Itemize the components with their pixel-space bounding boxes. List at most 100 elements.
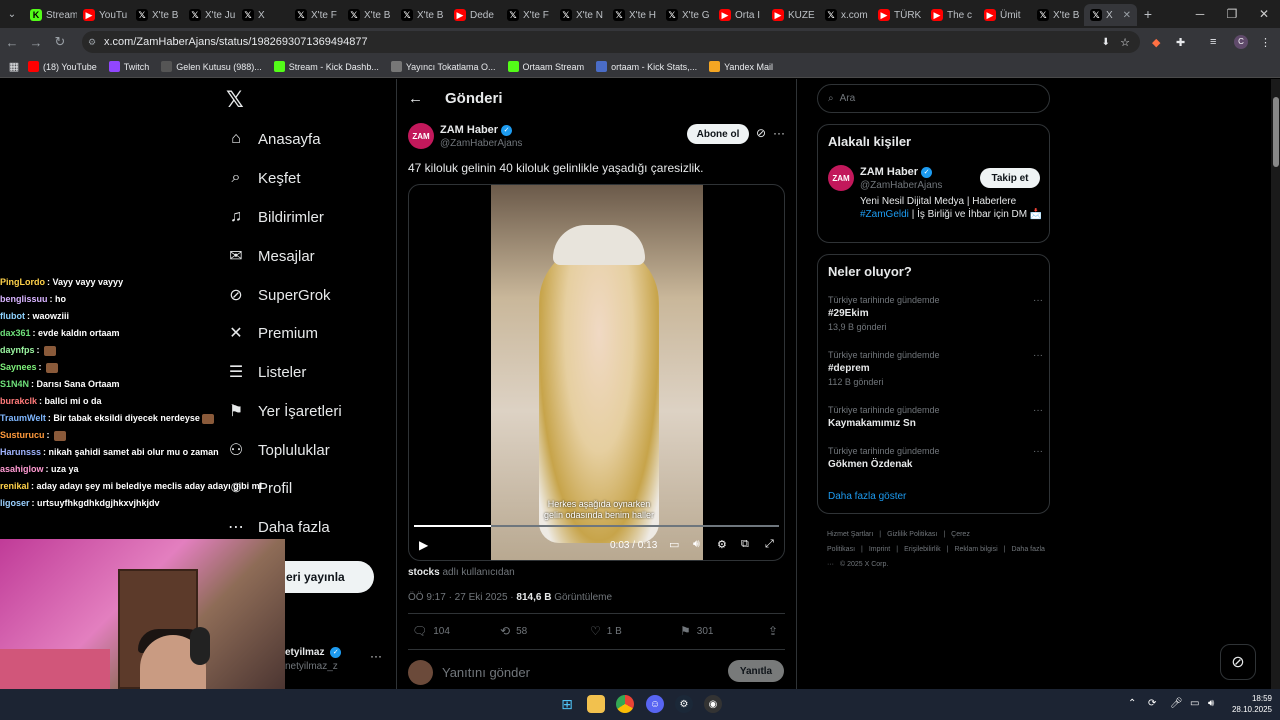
star-icon[interactable]: ☆ [1120,36,1130,49]
chrome-icon[interactable] [616,695,634,713]
browser-tab[interactable]: ▶ Ümit [978,4,1031,26]
bookmark-action[interactable]: ⚑ 301 [680,624,713,638]
bookmark-item[interactable]: Stream - Kick Dashb... [273,61,379,72]
chat-nick[interactable]: asahiglow [0,464,44,474]
nav-item-bell[interactable]: ♫ Bildirimler [226,205,324,229]
trend-item[interactable]: Türkiye tarihinde gündemde Gökmen Özdenak… [828,446,1043,470]
tray-chevron-icon[interactable]: ⌃ [1128,698,1136,709]
browser-tab[interactable]: 𝕏 X'te N [554,4,607,26]
nav-item-mail[interactable]: ✉ Mesajlar [226,244,314,268]
trend-more-icon[interactable]: ··· [1033,446,1043,457]
account-name[interactable]: etyilmaz ✓ [285,647,342,658]
reply-input[interactable]: Yanıtını gönder [442,665,530,680]
grok-icon[interactable]: ⊘ [756,126,766,140]
bookmark-item[interactable]: Yayıncı Tokatlama O... [390,61,496,72]
nav-item-more-circle[interactable]: ⋯ Daha fazla [226,515,330,539]
show-more-link[interactable]: Daha fazla göster [828,491,906,502]
browser-tab[interactable]: 𝕏 X ✕ [1084,4,1137,26]
minimize-icon[interactable]: ─ [1184,7,1216,21]
browser-tab[interactable]: ▶ TÜRK [872,4,925,26]
reply-action[interactable]: 🗨︎ 104 [412,624,450,638]
scroll-thumb[interactable] [1273,97,1279,167]
pip-icon[interactable]: ⧉ [741,538,749,551]
like-action[interactable]: ♡ 1 B [590,624,622,638]
browser-tab[interactable]: 𝕏x.com [819,4,872,26]
author-handle[interactable]: @ZamHaberAjans [440,138,522,149]
start-icon[interactable]: ⊞ [558,695,576,713]
grok-float-icon[interactable]: ⊘ [1220,644,1256,680]
bookmark-item[interactable]: Twitch [108,61,149,72]
chat-nick[interactable]: burakclk [0,396,37,406]
search-input[interactable]: ⌕ Ara [817,84,1050,113]
tray-network-icon[interactable]: ▭ [1190,698,1199,709]
share-icon[interactable]: ⇪ [768,624,784,638]
footer-link[interactable]: Hizmet Şartları [827,531,873,538]
restore-icon[interactable]: ❐ [1216,7,1248,21]
footer-link[interactable]: Erişilebilirlik [904,546,941,553]
browser-tab[interactable]: ▶ YouTu [77,4,130,26]
trend-item[interactable]: Türkiye tarihinde gündemde #deprem 112 B g… [828,350,1043,387]
chat-nick[interactable]: PingLordo [0,277,45,287]
settings-icon[interactable]: ⚙ [717,538,727,551]
media-icon[interactable]: ≡ [1210,36,1216,48]
bookmark-item[interactable]: (18) YouTube [28,61,97,72]
footer-link[interactable]: Imprint [869,546,890,553]
forward-icon[interactable]: → [24,35,48,50]
close-tab-icon[interactable]: ✕ [1123,10,1131,21]
close-window-icon[interactable]: ✕ [1248,7,1280,21]
browser-tab[interactable]: 𝕏 X'te H [607,4,660,26]
captions-icon[interactable]: ▭ [669,538,679,551]
footer-link[interactable]: Gizlilik Politikası [887,531,937,538]
trend-item[interactable]: Türkiye tarihinde gündemde #29Ekim 13,9 B … [828,295,1043,332]
browser-tab[interactable]: 𝕏 X'te B [395,4,448,26]
browser-tab[interactable]: 𝕏X [236,4,289,26]
chat-nick[interactable]: Susturucu [0,430,45,440]
account-more-icon[interactable]: ··· [370,649,382,663]
apps-icon[interactable]: ▦ [0,60,28,73]
install-icon[interactable]: ⬇ [1102,37,1110,48]
scrollbar[interactable] [1271,79,1280,689]
browser-tab[interactable]: 𝕏 X'te G [660,4,713,26]
browser-tab[interactable]: 𝕏 X'te Ju [183,4,236,26]
chat-nick[interactable]: S1N4N [0,379,29,389]
chat-nick[interactable]: flubot [0,311,25,321]
extension-icon[interactable]: ◆ [1152,36,1160,49]
author-name[interactable]: ZAM Haber ✓ [440,124,513,136]
trend-more-icon[interactable]: ··· [1033,405,1043,416]
trend-more-icon[interactable]: ··· [1033,350,1043,361]
hashtag-link[interactable]: #ZamGeldi [860,209,909,220]
more-icon[interactable]: ··· [773,126,785,140]
chat-nick[interactable]: daynfps [0,345,35,355]
chat-nick[interactable]: ligoser [0,498,30,508]
back-icon[interactable]: ← [0,35,24,50]
back-arrow-icon[interactable]: ← [408,90,423,107]
trend-more-icon[interactable]: ··· [1033,295,1043,306]
file-explorer-icon[interactable] [587,695,605,713]
reply-button[interactable]: Yanıtla [728,660,784,682]
chat-nick[interactable]: benglissuu [0,294,48,304]
x-logo-icon[interactable]: 𝕏 [226,87,244,113]
related-handle[interactable]: @ZamHaberAjans [860,180,942,191]
bookmark-item[interactable]: Gelen Kutusu (988)... [161,61,262,72]
browser-tab[interactable]: ▶ Dede [448,4,501,26]
video-player[interactable]: Herkes aşağıda oynarken gelin odasında b… [408,184,785,561]
system-clock[interactable]: 18:59 28.10.2025 [1228,693,1272,715]
browser-tab[interactable]: 𝕏 X'te F [289,4,342,26]
browser-tab[interactable]: ▶ KUZE [766,4,819,26]
bookmark-item[interactable]: Ortaam Stream [507,61,584,72]
footer-link[interactable]: Reklam bilgisi [954,546,997,553]
chat-nick[interactable]: dax361 [0,328,31,338]
bookmark-item[interactable]: ortaam - Kick Stats,... [596,61,697,72]
footer-link[interactable]: © 2025 X Corp. [840,561,888,568]
browser-tab[interactable]: K Stream [24,4,77,26]
tray-mic-icon[interactable]: 🎤︎ [1170,698,1183,709]
source-user-link[interactable]: stocks [408,567,440,578]
volume-icon[interactable]: 🔊︎ [693,538,700,551]
browser-tab[interactable]: ▶ Orta I [713,4,766,26]
nav-item-search[interactable]: ⌕ Keşfet [226,166,301,190]
tray-volume-icon[interactable]: 🔊︎ [1208,698,1214,709]
puzzle-icon[interactable]: ✚ [1176,36,1185,49]
nav-item-home[interactable]: ⌂ Anasayfa [226,127,320,151]
browser-tab[interactable]: 𝕏 X'te F [501,4,554,26]
play-icon[interactable]: ▶ [419,538,428,552]
